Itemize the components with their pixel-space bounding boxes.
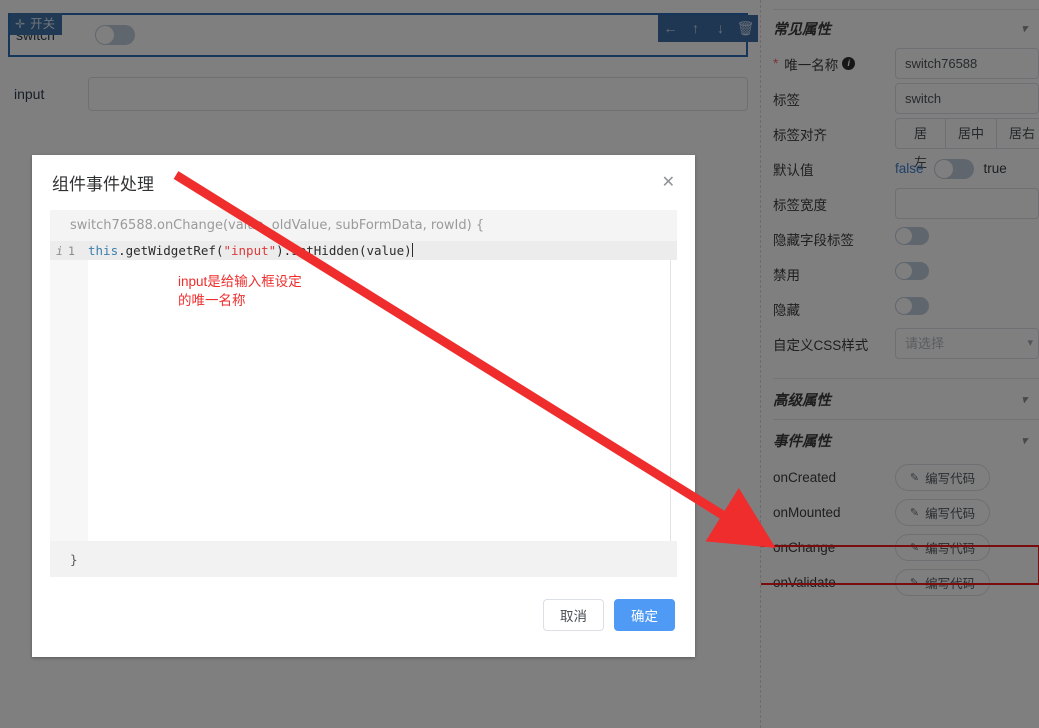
code-token-this: this [88,243,119,258]
code-token-string: "input" [223,243,277,258]
code-token-sethidden: ).setHidden(value) [276,243,412,258]
event-handler-dialog: 组件事件处理 ✕ switch76588.onChange(value, old… [32,155,695,657]
code-editor[interactable]: i 1 this.getWidgetRef("input").setHidden… [50,241,677,541]
dialog-footer: 取消 确定 [32,585,695,657]
app-root: switch ✛ 开关 ← ↑ ↓ 🗑 input 常见属性 ▾ [0,0,1039,728]
code-closing-line: } [50,541,677,577]
cancel-button[interactable]: 取消 [543,599,604,631]
text-caret [411,243,413,257]
code-token-getwidgetref: .getWidgetRef( [118,243,224,258]
line-number: 1 [67,243,75,258]
code-print-margin [670,260,671,541]
close-icon[interactable]: ✕ [662,174,675,191]
dialog-header: 组件事件处理 ✕ [32,155,695,210]
code-gutter [50,241,88,541]
code-signature-line: switch76588.onChange(value, oldValue, su… [50,210,677,241]
code-content: this.getWidgetRef("input").setHidden(val… [88,243,413,258]
confirm-button[interactable]: 确定 [614,599,675,631]
dialog-body: switch76588.onChange(value, oldValue, su… [32,210,695,577]
fold-marker-icon: i [56,243,63,258]
code-gutter-marks: i 1 [50,244,88,258]
dialog-title: 组件事件处理 [52,175,154,194]
code-line-1[interactable]: i 1 this.getWidgetRef("input").setHidden… [50,241,677,260]
